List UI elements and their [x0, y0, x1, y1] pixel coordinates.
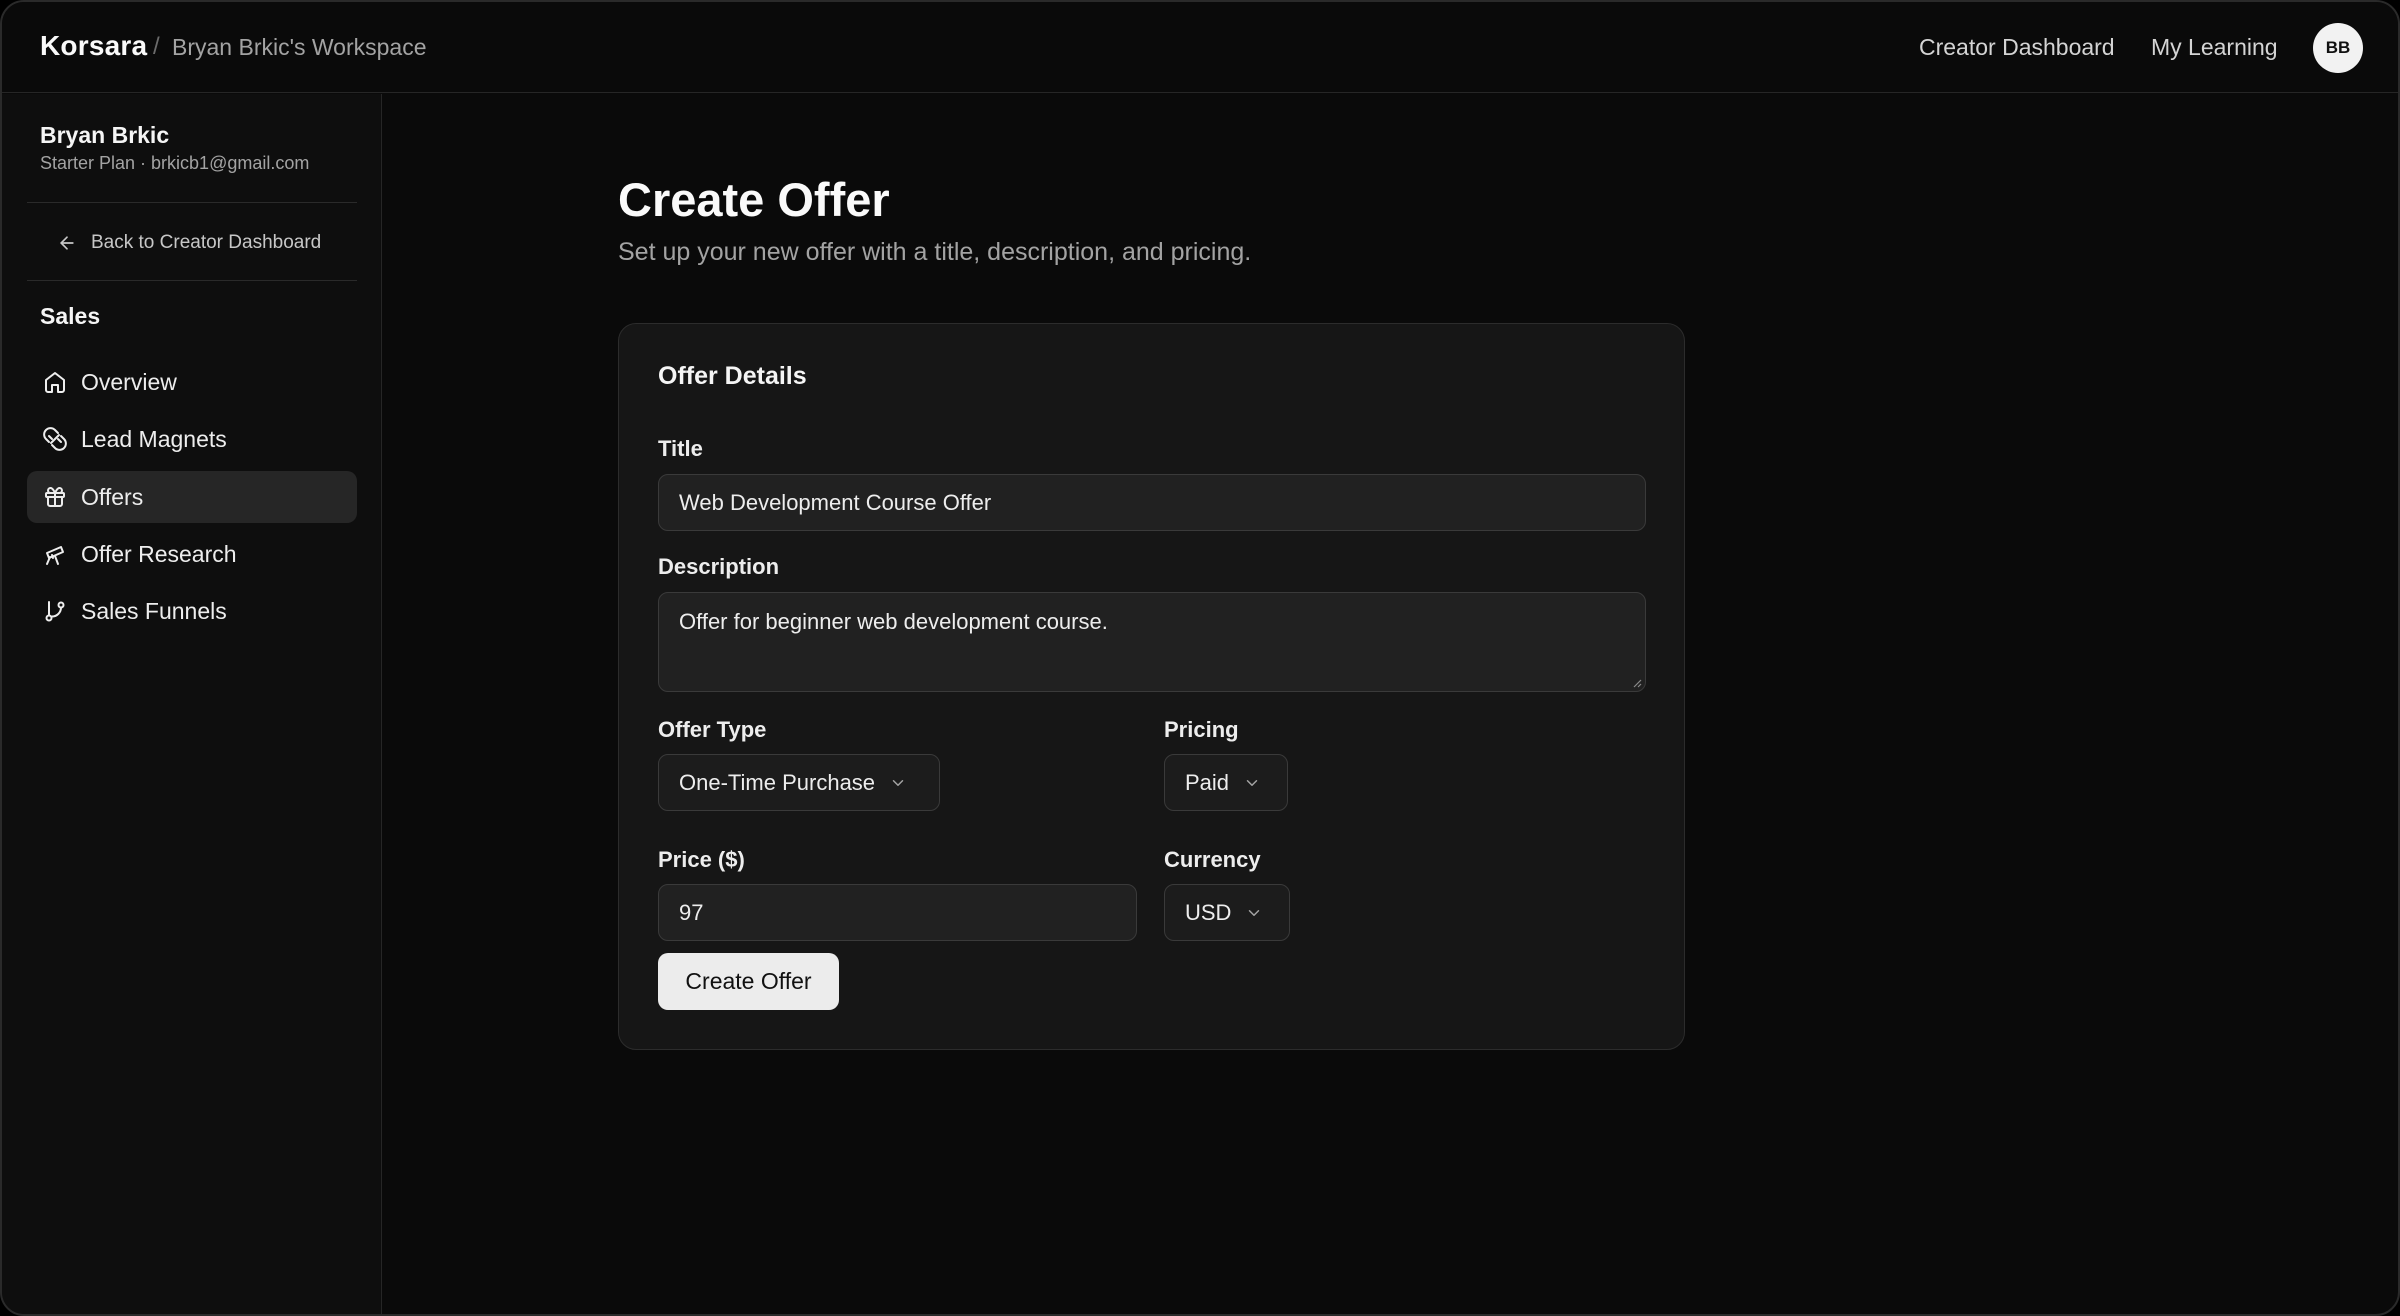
sidebar-item-label: Lead Magnets: [81, 425, 227, 452]
pricing-select[interactable]: Paid: [1164, 754, 1288, 811]
creator-dashboard-link[interactable]: Creator Dashboard: [1919, 34, 2115, 61]
breadcrumb-separator: /: [153, 33, 160, 60]
sidebar-item-offers[interactable]: Offers: [27, 471, 357, 523]
workspace-name[interactable]: Bryan Brkic's Workspace: [172, 34, 426, 61]
chevron-down-icon: [892, 779, 904, 786]
arrow-left-icon: [60, 236, 74, 250]
sidebar-item-overview[interactable]: Overview: [27, 356, 357, 408]
price-label: Price ($): [658, 847, 745, 872]
create-offer-button[interactable]: Create Offer: [658, 953, 839, 1010]
sidebar-section-title: Sales: [40, 303, 101, 329]
sidebar-item-label: Sales Funnels: [81, 597, 227, 624]
card-title: Offer Details: [658, 362, 807, 390]
offer-type-select[interactable]: One-Time Purchase: [658, 754, 940, 811]
sidebar-item-label: Offer Research: [81, 540, 237, 567]
description-textarea[interactable]: Offer for beginner web development cours…: [658, 592, 1646, 692]
currency-label: Currency: [1164, 847, 1261, 872]
sidebar-item-label: Overview: [81, 368, 177, 395]
page-subtitle: Set up your new offer with a title, desc…: [618, 238, 1252, 266]
currency-value: USD: [1185, 899, 1232, 925]
title-input[interactable]: Web Development Course Offer: [658, 474, 1646, 531]
avatar[interactable]: BB: [2313, 23, 2363, 73]
sidebar-item-offer-research[interactable]: Offer Research: [27, 528, 357, 580]
description-label: Description: [658, 554, 780, 579]
currency-select[interactable]: USD: [1164, 884, 1290, 941]
my-learning-link[interactable]: My Learning: [2151, 34, 2278, 61]
offer-details-card: Offer Details Title Web Development Cour…: [618, 323, 1685, 1050]
page-title: Create Offer: [618, 173, 890, 226]
sidebar-item-sales-funnels[interactable]: Sales Funnels: [27, 585, 357, 637]
offer-type-value: One-Time Purchase: [679, 769, 876, 795]
brand-logo[interactable]: Korsara: [40, 30, 147, 62]
home-icon: [45, 372, 65, 393]
resize-handle-icon[interactable]: [1630, 676, 1642, 688]
sidebar-divider: [27, 280, 357, 281]
chevron-down-icon: [1249, 909, 1260, 916]
pricing-value: Paid: [1185, 769, 1230, 795]
sidebar-divider: [27, 202, 357, 203]
description-text: Offer for beginner web development cours…: [679, 609, 1108, 634]
back-to-dashboard-link[interactable]: Back to Creator Dashboard: [57, 232, 321, 254]
back-link-label: Back to Creator Dashboard: [91, 232, 322, 253]
title-label: Title: [658, 436, 703, 461]
gift-icon: [45, 487, 65, 507]
telescope-icon: [46, 546, 64, 565]
top-bar: Korsara / Bryan Brkic's Workspace Creato…: [2, 2, 2398, 93]
sidebar: Bryan Brkic Starter Plan · brkicb1@gmail…: [2, 94, 382, 1314]
user-plan-email: Starter Plan · brkicb1@gmail.com: [40, 153, 310, 173]
price-input[interactable]: 97: [658, 884, 1137, 941]
chevron-down-icon: [1246, 779, 1258, 786]
git-branch-icon: [45, 601, 65, 622]
user-name: Bryan Brkic: [40, 122, 170, 148]
app-window: Korsara / Bryan Brkic's Workspace Creato…: [0, 0, 2400, 1316]
sidebar-item-lead-magnets[interactable]: Lead Magnets: [27, 413, 357, 465]
pricing-label: Pricing: [1164, 717, 1239, 742]
magnet-icon: [43, 427, 67, 451]
sidebar-item-label: Offers: [81, 483, 144, 510]
offer-type-label: Offer Type: [658, 717, 767, 742]
